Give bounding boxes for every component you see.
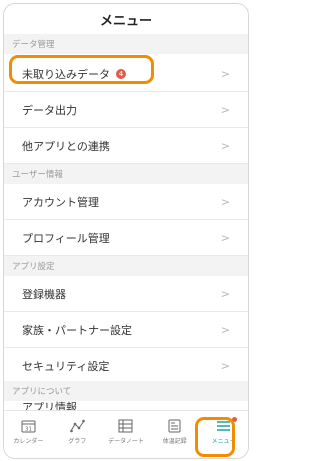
- graph-icon: [69, 419, 85, 433]
- menu-item-label: データ出力: [22, 103, 77, 117]
- tab-label: 体温記録: [162, 438, 187, 445]
- tab-temperature-record[interactable]: 体温記録: [150, 411, 199, 458]
- data-note-icon: [118, 419, 133, 433]
- tab-label: グラフ: [68, 438, 87, 445]
- menu-item-family-partner-settings[interactable]: 家族・パートナー設定 >: [4, 312, 248, 348]
- chevron-right-icon: >: [220, 359, 230, 372]
- tab-label: データノート: [108, 438, 144, 445]
- svg-text:31: 31: [25, 427, 32, 433]
- menu-item-label: 登録機器: [22, 287, 66, 301]
- temperature-record-icon: [168, 419, 181, 433]
- highlight-menu-tab: [195, 417, 235, 457]
- menu-item-data-output[interactable]: データ出力 >: [4, 92, 248, 128]
- chevron-right-icon: >: [220, 323, 230, 336]
- menu-item-label: プロフィール管理: [22, 231, 110, 245]
- section-app-settings: アプリ設定: [4, 256, 248, 276]
- tab-data-note[interactable]: データノート: [102, 411, 151, 458]
- chevron-right-icon: >: [220, 231, 230, 244]
- menu-item-label: 家族・パートナー設定: [22, 323, 132, 337]
- tab-label: カレンダー: [13, 438, 44, 445]
- chevron-right-icon: >: [220, 67, 230, 80]
- tab-graph[interactable]: グラフ: [53, 411, 102, 458]
- chevron-right-icon: >: [220, 195, 230, 208]
- chevron-right-icon: >: [220, 139, 230, 152]
- section-user-info: ユーザー情報: [4, 164, 248, 184]
- menu-item-other-app-link[interactable]: 他アプリとの連携 >: [4, 128, 248, 164]
- chevron-right-icon: >: [220, 287, 230, 300]
- chevron-right-icon: >: [220, 103, 230, 116]
- menu-item-label: 他アプリとの連携: [22, 139, 110, 153]
- calendar-icon: 31: [21, 420, 36, 433]
- section-data-management: データ管理: [4, 34, 248, 54]
- highlight-unimported-data: [9, 55, 154, 84]
- menu-item-registered-devices[interactable]: 登録機器 >: [4, 276, 248, 312]
- tab-calendar[interactable]: 31 カレンダー: [4, 411, 53, 458]
- menu-item-profile-management[interactable]: プロフィール管理 >: [4, 220, 248, 256]
- menu-item-account-management[interactable]: アカウント管理 >: [4, 184, 248, 220]
- page-title: メニュー: [99, 13, 152, 29]
- menu-item-label: セキュリティ設定: [22, 359, 110, 373]
- menu-item-label: アカウント管理: [22, 195, 99, 209]
- menu-item-security-settings[interactable]: セキュリティ設定 >: [4, 348, 248, 384]
- section-about-app: アプリについて: [4, 381, 248, 401]
